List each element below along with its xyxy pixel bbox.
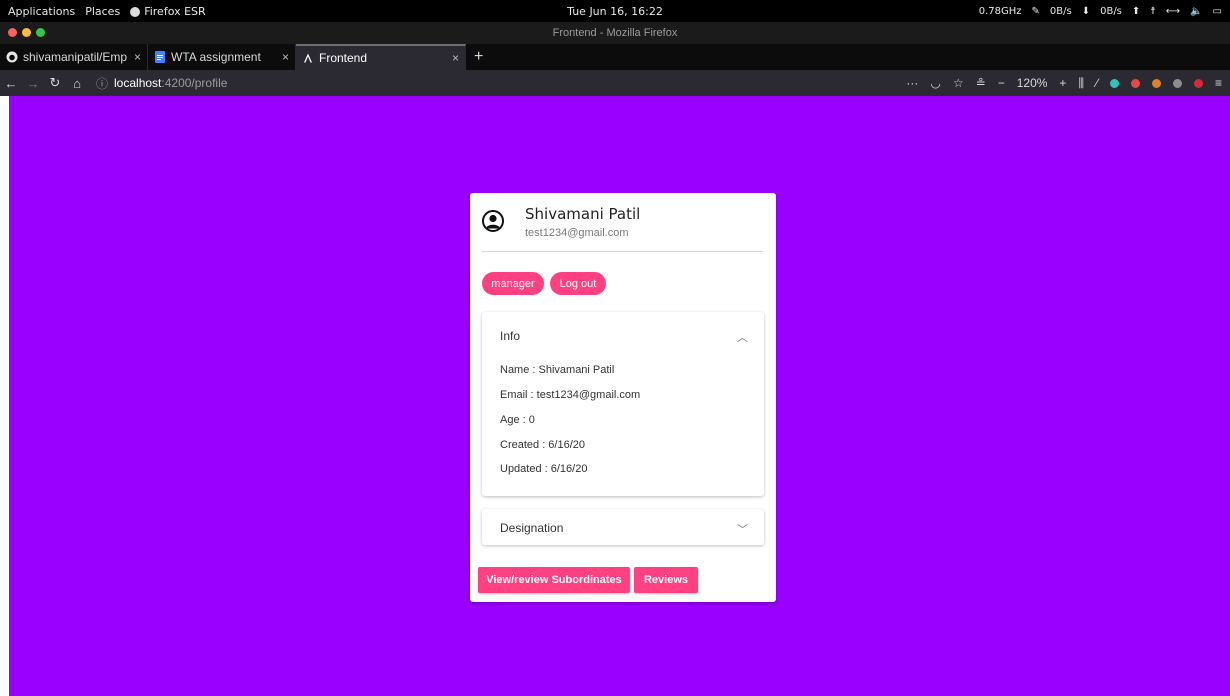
close-window-icon[interactable] [8,28,17,37]
net-up: 0B/s [1100,5,1122,17]
os-top-bar: Applications Places Firefox ESR Tue Jun … [0,0,1230,22]
tab-label: WTA assignment [171,50,261,64]
info-age: Age : 0 [500,414,535,426]
tab-strip: shivamanipatil/Emp × WTA assignment × Fr… [0,44,1230,70]
net-down: 0B/s [1049,5,1072,17]
back-arrow-icon[interactable]: ← [0,76,22,91]
tab-wta-assignment[interactable]: WTA assignment × [148,44,296,70]
account-circle-icon [482,210,504,232]
google-docs-icon [154,51,166,63]
page-background: Shivamani Patil test1234@gmail.com manag… [9,96,1230,696]
browser-menu-label: Firefox ESR [144,4,206,18]
maximize-window-icon[interactable] [36,28,45,37]
tab-close-icon[interactable]: × [282,50,289,64]
cookie-extension-icon[interactable] [1151,78,1161,88]
info-icon[interactable]: ⓘ [96,75,108,92]
logout-button[interactable]: Log out [550,272,606,295]
divider [482,251,763,252]
url-path: :4200/profile [161,76,228,90]
battery-icon[interactable]: ▭ [1213,6,1222,17]
accessibility-icon[interactable]: ☨ [1150,6,1155,17]
pocket-icon[interactable]: ◡ [930,76,940,90]
designation-expansion-panel[interactable]: Designation ﹀ [482,509,764,545]
designation-panel-header[interactable]: Designation [500,521,563,535]
browser-menu[interactable]: Firefox ESR [130,4,206,18]
tab-close-icon[interactable]: × [452,51,459,65]
home-icon[interactable]: ⌂ [66,76,88,91]
reviews-button[interactable]: Reviews [634,567,698,593]
tab-label: shivamanipatil/Emp [23,50,128,64]
network-icon[interactable]: ⟷ [1166,6,1180,17]
info-expansion-panel: Info ︿ Name : Shivamani Patil Email : te… [482,312,764,496]
window-title: Frontend - Mozilla Firefox [552,27,678,39]
info-updated: Updated : 6/16/20 [500,463,588,475]
new-tab-button[interactable]: + [466,44,491,70]
clock[interactable]: Tue Jun 16, 16:22 [567,5,663,18]
pencil-icon: ✎ [1031,5,1040,17]
reader-view-icon[interactable]: ≗ [976,76,986,90]
adblock-extension-icon[interactable] [1130,78,1140,88]
bookmark-star-icon[interactable]: ☆ [953,76,964,90]
upload-arrow-icon: ⬆ [1131,5,1141,17]
url-host: localhost [114,76,162,90]
window-title-bar: Frontend - Mozilla Firefox [0,22,1230,44]
zoom-out-button[interactable]: − [998,76,1005,90]
grammarly-extension-icon[interactable] [1109,78,1119,88]
hamburger-menu-icon[interactable]: ≡ [1215,76,1222,90]
library-icon[interactable]: ⫼ [1078,76,1084,91]
chevron-up-icon[interactable]: ︿ [737,329,748,345]
cpu-frequency: 0.78GHz [978,5,1022,17]
window-controls [8,28,45,37]
tab-github[interactable]: shivamanipatil/Emp × [0,44,148,70]
info-name: Name : Shivamani Patil [500,364,615,376]
profile-email: test1234@gmail.com [525,227,629,239]
info-created: Created : 6/16/20 [500,439,586,451]
volume-icon[interactable]: 🔈 [1190,6,1202,17]
profile-name: Shivamani Patil [525,205,641,223]
tab-close-icon[interactable]: × [134,50,141,64]
view-subordinates-button[interactable]: View/review Subordinates [478,567,630,593]
manager-role-button[interactable]: manager [482,272,544,295]
chevron-down-icon[interactable]: ﹀ [737,521,748,537]
profile-card: Shivamani Patil test1234@gmail.com manag… [470,193,776,602]
url-bar[interactable]: ⓘ localhost:4200/profile [96,75,227,92]
page-actions-icon[interactable]: ··· [906,76,918,90]
zoom-level[interactable]: 120% [1017,76,1048,90]
info-panel-header[interactable]: Info [500,329,520,343]
sidebar-icon[interactable]: ⁄ [1096,76,1098,90]
navigation-bar: ← → ↻ ⌂ ⓘ localhost:4200/profile ··· ◡ ☆… [0,70,1230,96]
info-email: Email : test1234@gmail.com [500,389,641,401]
download-arrow-icon: ⬇ [1081,5,1091,17]
tab-label: Frontend [319,51,368,65]
reload-icon[interactable]: ↻ [44,75,66,91]
video-extension-icon[interactable] [1193,78,1203,88]
container-extension-icon[interactable] [1172,78,1182,88]
tab-frontend[interactable]: Frontend × [296,44,466,70]
forward-arrow-icon[interactable]: → [22,76,44,91]
firefox-icon [130,6,141,17]
places-menu[interactable]: Places [85,5,120,18]
zoom-in-button[interactable]: + [1059,76,1066,90]
minimize-window-icon[interactable] [22,28,31,37]
angular-icon [302,52,314,64]
github-icon [6,51,18,63]
applications-menu[interactable]: Applications [8,5,75,18]
